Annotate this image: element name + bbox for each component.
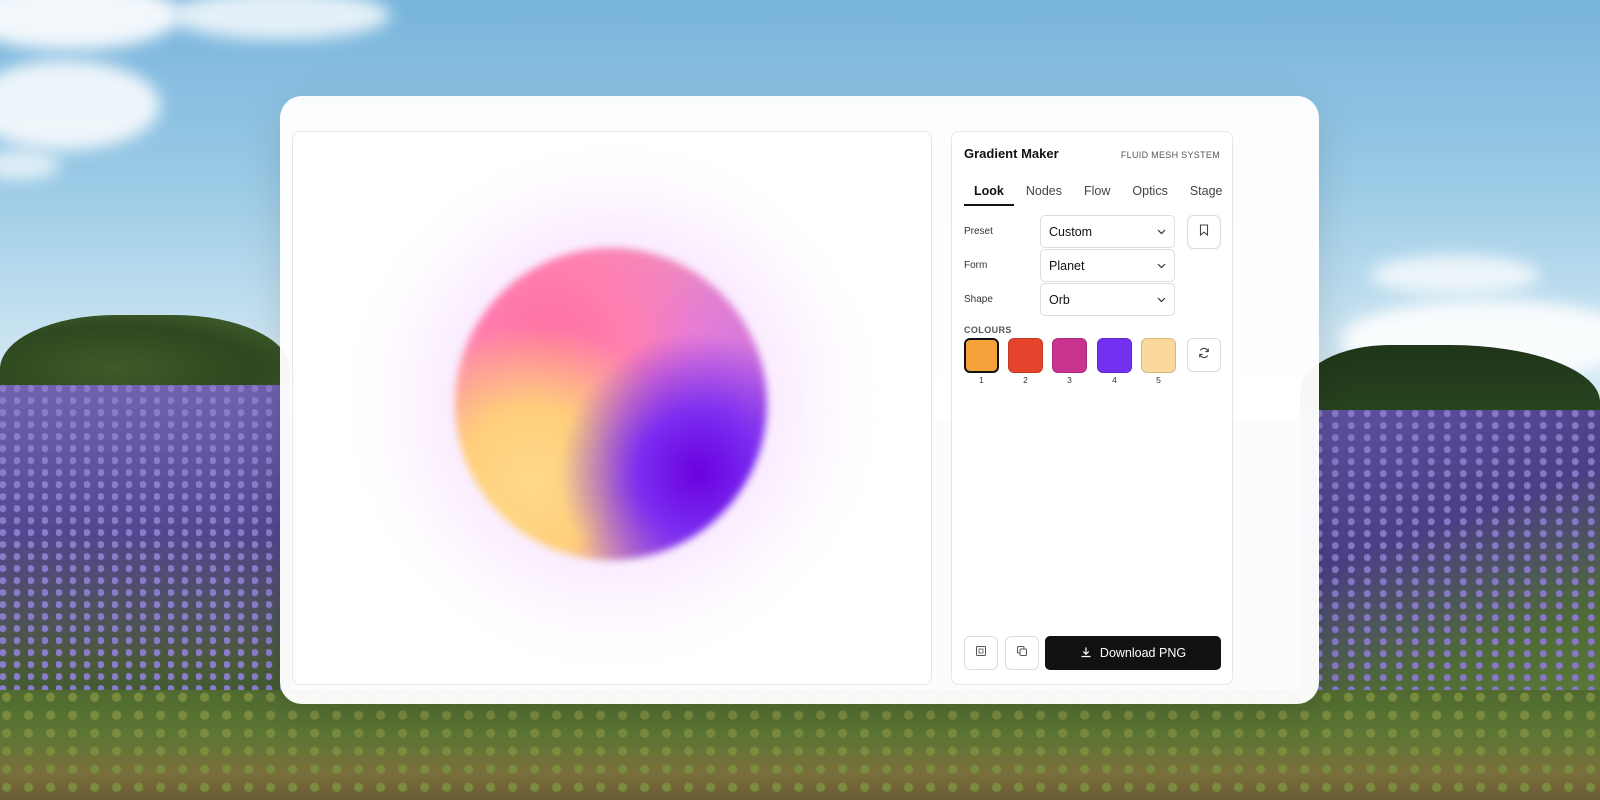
shuffle-colours-button[interactable] (1187, 338, 1221, 372)
colour-swatch-1[interactable] (964, 338, 999, 373)
bookmark-icon (1199, 223, 1209, 241)
tab-look[interactable]: Look (964, 178, 1014, 206)
shape-value: Orb (1049, 292, 1070, 307)
tab-flow[interactable]: Flow (1074, 178, 1120, 206)
colour-swatch-2[interactable] (1008, 338, 1043, 373)
colours-section-label: COLOURS (964, 325, 1012, 335)
app-subtitle: FLUID MESH SYSTEM (1120, 150, 1220, 160)
colour-swatch-3[interactable] (1052, 338, 1087, 373)
app-title: Gradient Maker (964, 146, 1059, 161)
swatch-index: 2 (1023, 375, 1028, 385)
tab-bar: Look Nodes Flow Optics Stage (964, 178, 1233, 206)
background-ground (0, 690, 1600, 800)
save-preset-button[interactable] (1187, 215, 1221, 249)
swatch-index: 5 (1156, 375, 1161, 385)
settings-panel: Gradient Maker FLUID MESH SYSTEM Look No… (951, 131, 1233, 685)
background-lavender-right (1300, 410, 1600, 710)
download-label: Download PNG (1099, 646, 1187, 660)
colour-swatch-5[interactable] (1141, 338, 1176, 373)
shape-select[interactable]: Orb (1040, 283, 1175, 316)
form-label: Form (964, 260, 988, 271)
shape-label: Shape (964, 294, 993, 305)
download-icon (1080, 646, 1092, 661)
colour-swatch-2-group: 2 (1008, 338, 1043, 386)
gradient-orb (455, 248, 767, 560)
colour-swatch-5-group: 5 (1141, 338, 1176, 386)
tab-stage[interactable]: Stage (1180, 178, 1233, 206)
swatch-index: 1 (979, 375, 984, 385)
colour-swatch-1-group: 1 (964, 338, 999, 386)
chevron-down-icon (1156, 261, 1166, 271)
tab-nodes[interactable]: Nodes (1016, 178, 1072, 206)
background-lavender-left (0, 385, 290, 715)
form-value: Planet (1049, 258, 1085, 273)
form-select[interactable]: Planet (1040, 249, 1175, 282)
copy-icon (1016, 644, 1028, 662)
colour-swatch-4-group: 4 (1097, 338, 1132, 386)
refresh-icon (1198, 346, 1210, 364)
gradient-canvas[interactable] (292, 131, 932, 685)
chevron-down-icon (1156, 295, 1166, 305)
preset-label: Preset (964, 226, 993, 237)
preset-select[interactable]: Custom (1040, 215, 1175, 248)
app-card: Gradient Maker FLUID MESH SYSTEM Look No… (280, 96, 1319, 704)
tab-optics[interactable]: Optics (1122, 178, 1177, 206)
frame-icon (975, 644, 987, 662)
download-png-button[interactable]: Download PNG (1045, 636, 1221, 670)
copy-button[interactable] (1005, 636, 1039, 670)
chevron-down-icon (1156, 227, 1166, 237)
frame-button[interactable] (964, 636, 998, 670)
swatch-index: 4 (1112, 375, 1117, 385)
colour-swatch-4[interactable] (1097, 338, 1132, 373)
preset-value: Custom (1049, 224, 1093, 239)
colour-swatch-3-group: 3 (1052, 338, 1087, 386)
swatch-index: 3 (1067, 375, 1072, 385)
